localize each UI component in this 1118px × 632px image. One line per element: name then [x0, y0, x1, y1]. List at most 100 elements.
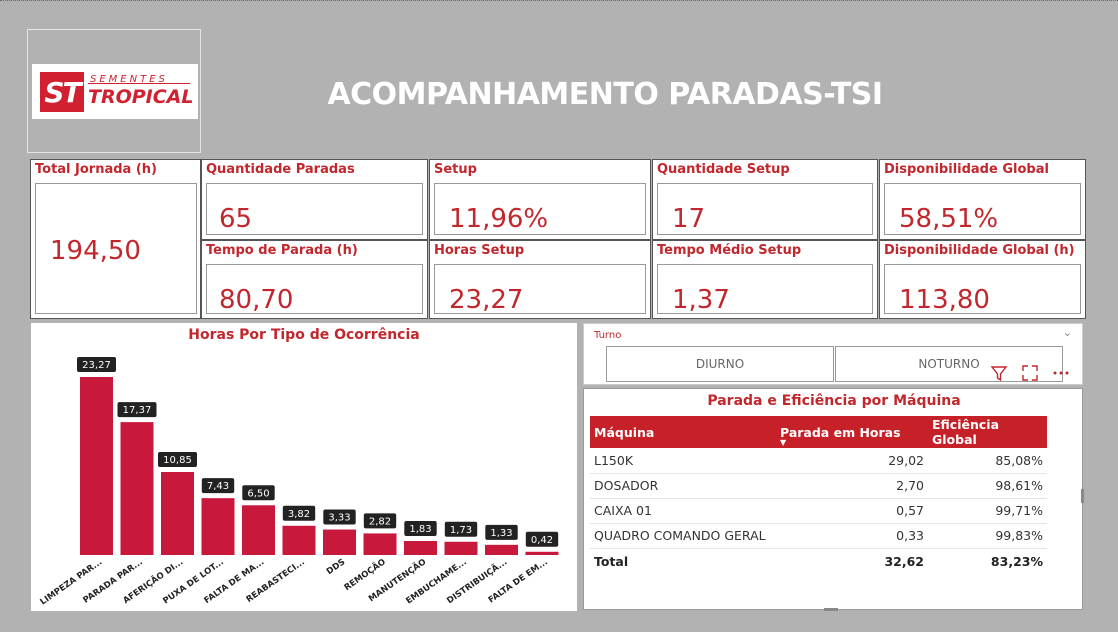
- kpi-label: Tempo de Parada (h): [206, 243, 358, 258]
- data-label: 23,27: [82, 360, 111, 371]
- data-label: 0,42: [531, 535, 553, 546]
- chart-bar[interactable]: [363, 533, 397, 555]
- cell-maquina: QUADRO COMANDO GERAL: [590, 523, 776, 549]
- chart-bar[interactable]: [282, 525, 316, 555]
- sort-descending-icon: ▼: [780, 438, 787, 447]
- kpi-quantidade-setup[interactable]: Quantidade Setup 17: [652, 159, 878, 240]
- kpi-value-box: 1,37: [657, 264, 873, 315]
- data-label: 1,83: [409, 524, 431, 535]
- chevron-down-icon[interactable]: ⌄: [1063, 326, 1072, 339]
- chart-bar[interactable]: [404, 541, 437, 555]
- chart-bar[interactable]: [161, 472, 194, 555]
- kpi-tempo-parada[interactable]: Tempo de Parada (h) 80,70: [201, 240, 428, 319]
- data-label: 17,37: [123, 405, 152, 416]
- kpi-value: 65: [219, 204, 253, 234]
- total-eficiencia: 83,23%: [928, 547, 1047, 575]
- kpi-label: Quantidade Paradas: [206, 162, 355, 177]
- company-logo: ST SEMENTES TROPICAL: [32, 64, 198, 119]
- chart-bar[interactable]: [444, 541, 478, 555]
- kpi-value-box: 194,50: [35, 183, 197, 314]
- kpi-quantidade-paradas[interactable]: Quantidade Paradas 65: [201, 159, 428, 240]
- category-label: DDS: [325, 557, 347, 577]
- chart-bar[interactable]: [525, 551, 559, 555]
- focus-mode-icon[interactable]: [1021, 364, 1039, 386]
- cell-maquina: CAIXA 01: [590, 498, 776, 524]
- chart-bar[interactable]: [485, 544, 518, 555]
- kpi-value: 11,96%: [449, 204, 549, 234]
- column-header-label: Parada em Horas: [780, 424, 901, 440]
- kpi-setup[interactable]: Setup 11,96%: [429, 159, 651, 240]
- data-label: 3,33: [328, 513, 350, 524]
- cell-parada-horas: 2,70: [776, 473, 928, 499]
- kpi-value: 113,80: [899, 285, 990, 315]
- cell-parada-horas: 0,57: [776, 498, 928, 524]
- kpi-label: Tempo Médio Setup: [657, 243, 802, 258]
- table-row[interactable]: QUADRO COMANDO GERAL 0,33 99,83%: [590, 523, 1047, 549]
- logo-divider: [88, 83, 190, 84]
- data-label: 3,82: [288, 509, 310, 520]
- filter-icon[interactable]: [990, 364, 1008, 386]
- kpi-total-jornada[interactable]: Total Jornada (h) 194,50: [30, 159, 201, 319]
- table-total-row: Total 32,62 83,23%: [590, 547, 1047, 575]
- cell-eficiencia: 99,71%: [928, 498, 1047, 524]
- data-label: 1,73: [450, 525, 472, 536]
- chart-bar[interactable]: [201, 498, 235, 555]
- slicer-option-diurno[interactable]: DIURNO: [606, 346, 834, 382]
- chart-bar[interactable]: [120, 422, 154, 555]
- kpi-value-box: 113,80: [884, 264, 1081, 315]
- kpi-value: 80,70: [219, 285, 294, 315]
- chart-bar[interactable]: [80, 377, 113, 555]
- kpi-horas-setup[interactable]: Horas Setup 23,27: [429, 240, 651, 319]
- cell-eficiencia: 99,83%: [928, 523, 1047, 549]
- chart-bar[interactable]: [323, 529, 356, 555]
- column-header-maquina[interactable]: Máquina: [590, 416, 776, 448]
- column-header-parada-horas[interactable]: Parada em Horas ▼: [776, 416, 928, 448]
- table-title: Parada e Eficiência por Máquina: [707, 393, 961, 409]
- logo-mark: ST: [40, 72, 84, 112]
- kpi-value-box: 23,27: [434, 264, 646, 315]
- ocorrencia-chart-panel[interactable]: Horas Por Tipo de Ocorrência 23,27 LIMPEZ…: [31, 323, 577, 611]
- cell-eficiencia: 98,61%: [928, 473, 1047, 499]
- page-title: ACOMPANHAMENTO PARADAS-TSI: [327, 77, 883, 112]
- resize-handle[interactable]: [824, 608, 838, 611]
- kpi-value: 1,37: [672, 285, 730, 315]
- kpi-label: Disponibilidade Global (h): [884, 243, 1075, 258]
- kpi-label: Horas Setup: [434, 243, 525, 258]
- kpi-value-box: 11,96%: [434, 183, 646, 235]
- kpi-value: 17: [672, 204, 706, 234]
- kpi-value-box: 80,70: [206, 264, 423, 315]
- data-label: 10,85: [163, 455, 192, 466]
- data-label: 2,82: [369, 516, 391, 527]
- cell-maquina: DOSADOR: [590, 473, 776, 499]
- cell-maquina: L150K: [590, 448, 776, 474]
- cell-parada-horas: 29,02: [776, 448, 928, 474]
- cell-eficiencia: 85,08%: [928, 448, 1047, 474]
- table-row[interactable]: CAIXA 01 0,57 99,71%: [590, 498, 1047, 524]
- kpi-tempo-medio-setup[interactable]: Tempo Médio Setup 1,37: [652, 240, 878, 319]
- kpi-disponibilidade-global[interactable]: Disponibilidade Global 58,51%: [879, 159, 1086, 240]
- visual-header-icons: [990, 364, 1078, 386]
- total-parada-horas: 32,62: [776, 547, 928, 575]
- more-options-icon[interactable]: [1052, 364, 1070, 386]
- table-row[interactable]: L150K 29,02 85,08%: [590, 448, 1047, 474]
- cell-parada-horas: 0,33: [776, 523, 928, 549]
- chart-bar[interactable]: [242, 505, 275, 555]
- slicer-title: Turno: [594, 330, 622, 341]
- kpi-label: Disponibilidade Global: [884, 162, 1049, 177]
- ocorrencia-bar-chart: 23,27LIMPEZA PAR...17,37PARADA PAR...10,…: [39, 357, 559, 607]
- kpi-label: Quantidade Setup: [657, 162, 790, 177]
- data-label: 7,43: [207, 481, 229, 492]
- kpi-disponibilidade-global-h[interactable]: Disponibilidade Global (h) 113,80: [879, 240, 1086, 319]
- kpi-label: Total Jornada (h): [35, 162, 157, 177]
- kpi-value-box: 58,51%: [884, 183, 1081, 235]
- table-row[interactable]: DOSADOR 2,70 98,61%: [590, 473, 1047, 499]
- kpi-value-box: 65: [206, 183, 423, 235]
- data-label: 1,33: [490, 528, 512, 539]
- kpi-label: Setup: [434, 162, 477, 177]
- column-header-eficiencia[interactable]: Eficiência Global: [928, 416, 1047, 448]
- maquina-table-panel[interactable]: Parada e Eficiência por Máquina Máquina …: [583, 388, 1084, 611]
- kpi-value: 194,50: [50, 236, 141, 266]
- maquina-table: Máquina Parada em Horas ▼ Eficiência Glo…: [590, 416, 1047, 575]
- kpi-value: 58,51%: [899, 204, 999, 234]
- resize-handle[interactable]: [1081, 489, 1084, 503]
